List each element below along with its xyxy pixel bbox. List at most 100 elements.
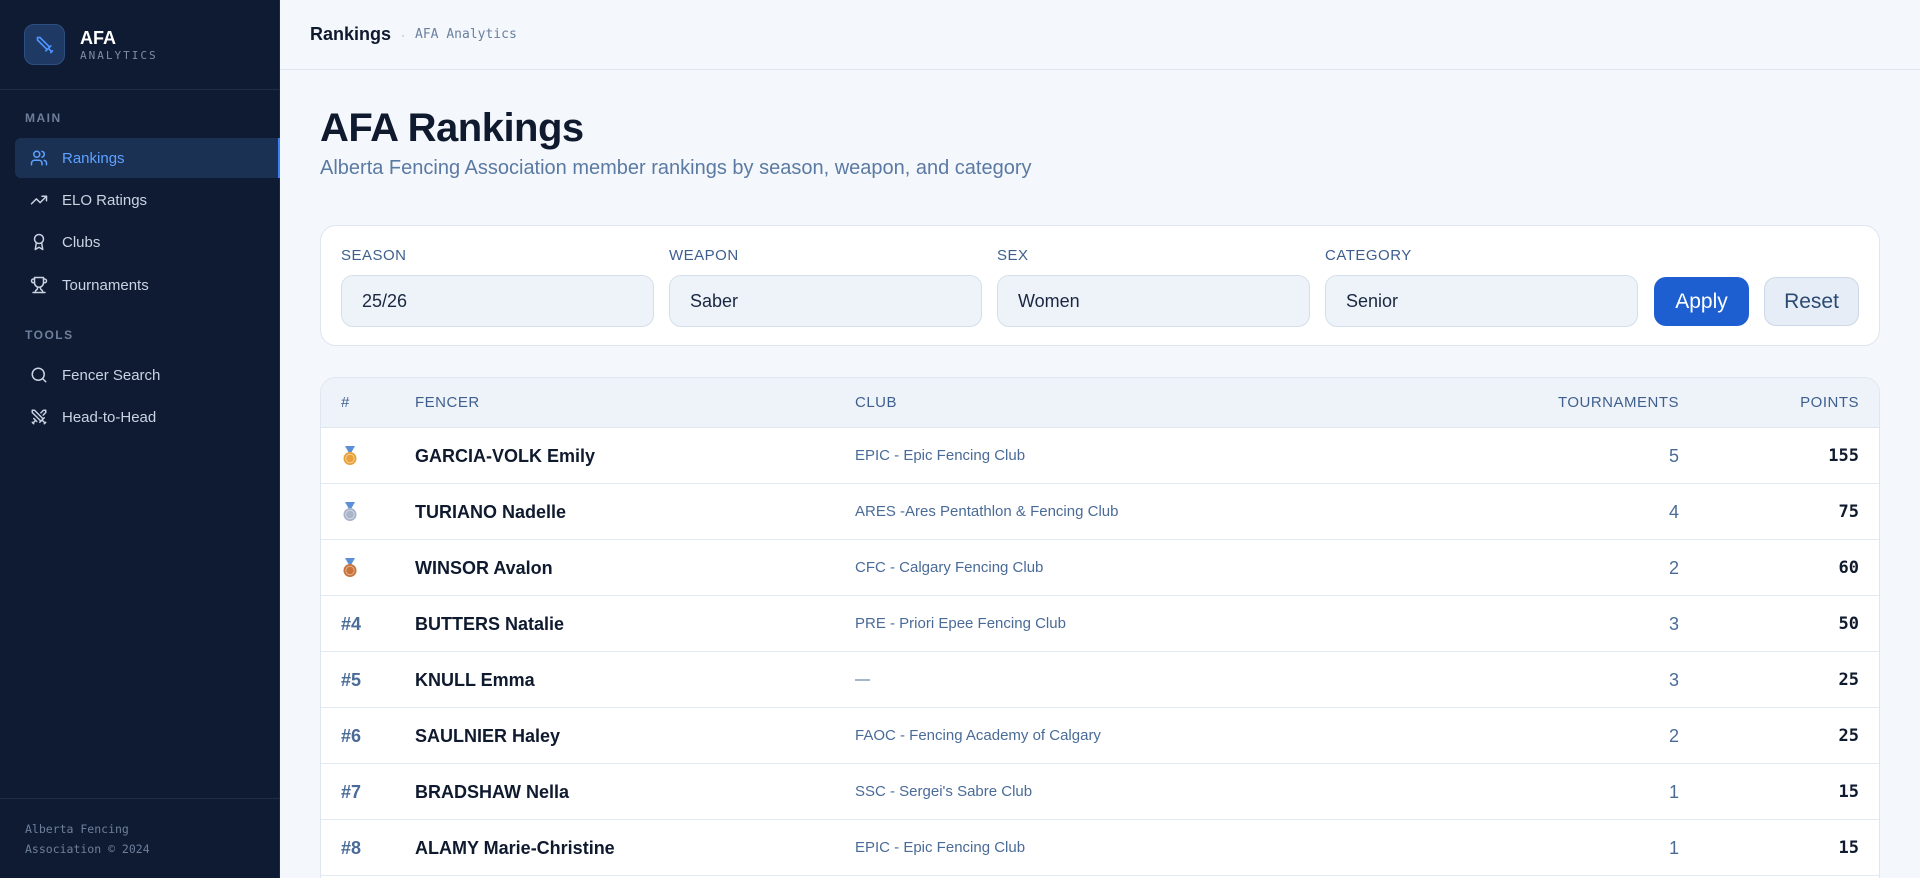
bronze-medal-icon	[341, 540, 391, 596]
footer-line: Association © 2024	[25, 842, 150, 856]
table-body: GARCIA-VOLK Emily EPIC - Epic Fencing Clu…	[321, 428, 1879, 876]
topbar-subtitle: AFA Analytics	[415, 27, 517, 42]
category-filter: CATEGORY Senior	[1325, 246, 1638, 327]
sidebar-item-head-to-head[interactable]: Head-to-Head	[15, 397, 280, 437]
fencer-name-link[interactable]: BRADSHAW Nella	[415, 764, 569, 820]
table-row[interactable]: #8 ALAMY Marie-Christine EPIC - Epic Fenci…	[321, 820, 1879, 876]
fencer-name-link[interactable]: SAULNIER Haley	[415, 708, 560, 764]
swords-icon	[30, 408, 48, 426]
points-value: 155	[1828, 446, 1859, 466]
header-points[interactable]: POINTS	[1800, 378, 1859, 428]
fencer-name-link[interactable]: ALAMY Marie-Christine	[415, 820, 615, 876]
sidebar: AFA ANALYTICS MAIN Rankings ELO Ratings …	[0, 0, 280, 878]
gold-medal-icon	[341, 428, 391, 484]
tournament-count: 4	[1668, 502, 1679, 522]
header-rank[interactable]: #	[341, 378, 350, 428]
fencer-name-link[interactable]: TURIANO Nadelle	[415, 484, 566, 540]
weapon-select[interactable]: Saber	[669, 275, 982, 327]
fencer-name-link[interactable]: BUTTERS Natalie	[415, 596, 564, 652]
points-value: 25	[1838, 670, 1859, 690]
tournament-count: 1	[1668, 838, 1679, 858]
brand-subtitle: ANALYTICS	[80, 48, 158, 62]
season-select[interactable]: 25/26	[341, 275, 654, 327]
filter-panel: SEASON 25/26 WEAPON Saber SEX Women CATE…	[320, 225, 1880, 346]
sidebar-item-rankings[interactable]: Rankings	[15, 138, 280, 178]
sidebar-item-elo-ratings[interactable]: ELO Ratings	[15, 180, 280, 220]
season-filter: SEASON 25/26	[341, 246, 654, 327]
rank-number: #7	[341, 782, 362, 802]
points-value: 25	[1838, 726, 1859, 746]
sidebar-item-label: Fencer Search	[62, 366, 161, 384]
header-tournaments[interactable]: TOURNAMENTS	[1558, 378, 1679, 428]
rank-number: #4	[341, 614, 362, 634]
fencer-name-link[interactable]: WINSOR Avalon	[415, 540, 553, 596]
nav-section-tools: TOOLS	[25, 328, 74, 342]
tournament-count: 5	[1668, 446, 1679, 466]
sword-logo-icon	[24, 24, 65, 65]
points-value: 50	[1838, 614, 1859, 634]
page-title: AFA Rankings	[320, 106, 584, 150]
trend-up-icon	[30, 191, 48, 209]
tournament-count: 2	[1668, 726, 1679, 746]
reset-button[interactable]: Reset	[1764, 277, 1859, 326]
club-name: ARES -Ares Pentathlon & Fencing Club	[855, 503, 1119, 520]
rank-number: #6	[341, 726, 362, 746]
trophy-icon	[30, 276, 48, 294]
sidebar-item-label: Clubs	[62, 233, 101, 251]
header-club[interactable]: CLUB	[855, 378, 897, 428]
search-icon	[30, 366, 48, 384]
table-row[interactable]: GARCIA-VOLK Emily EPIC - Epic Fencing Clu…	[321, 428, 1879, 484]
footer-line: Alberta Fencing	[25, 822, 129, 836]
weapon-filter: WEAPON Saber	[669, 246, 982, 327]
category-select[interactable]: Senior	[1325, 275, 1638, 327]
sex-select[interactable]: Women	[997, 275, 1310, 327]
sidebar-item-label: ELO Ratings	[62, 191, 148, 209]
tournament-count: 1	[1668, 782, 1679, 802]
points-value: 15	[1838, 782, 1859, 802]
rank-number: #8	[341, 838, 362, 858]
rank-number: #5	[341, 670, 362, 690]
fencer-name-link[interactable]: GARCIA-VOLK Emily	[415, 428, 595, 484]
sex-label: SEX	[997, 247, 1029, 264]
tournament-count: 3	[1668, 614, 1679, 634]
fencer-name-link[interactable]: KNULL Emma	[415, 652, 535, 708]
points-value: 75	[1838, 502, 1859, 522]
apply-button[interactable]: Apply	[1654, 277, 1749, 326]
sidebar-item-label: Rankings	[62, 149, 125, 167]
topbar-separator: ·	[401, 27, 406, 42]
club-name: —	[855, 671, 870, 688]
sidebar-item-label: Tournaments	[62, 276, 149, 294]
rankings-table: # FENCER CLUB TOURNAMENTS POINTS GARCIA-…	[320, 377, 1880, 878]
page-subtitle: Alberta Fencing Association member ranki…	[320, 157, 1032, 179]
table-row[interactable]: #5 KNULL Emma — 3 25	[321, 652, 1879, 708]
club-name: SSC - Sergei's Sabre Club	[855, 783, 1033, 800]
club-name: EPIC - Epic Fencing Club	[855, 447, 1026, 464]
table-row[interactable]: #4 BUTTERS Natalie PRE - Priori Epee Fenci…	[321, 596, 1879, 652]
table-row[interactable]: #6 SAULNIER Haley FAOC - Fencing Academy o…	[321, 708, 1879, 764]
sex-filter: SEX Women	[997, 246, 1310, 327]
club-name: EPIC - Epic Fencing Club	[855, 839, 1026, 856]
header-fencer[interactable]: FENCER	[415, 378, 480, 428]
table-header: # FENCER CLUB TOURNAMENTS POINTS	[321, 378, 1879, 428]
points-value: 15	[1838, 838, 1859, 858]
topbar: Rankings · AFA Analytics	[280, 0, 1920, 70]
table-row[interactable]: #7 BRADSHAW Nella SSC - Sergei's Sabre Clu…	[321, 764, 1879, 820]
silver-medal-icon	[341, 484, 391, 540]
tournament-count: 2	[1668, 558, 1679, 578]
sidebar-item-tournaments[interactable]: Tournaments	[15, 265, 280, 305]
sidebar-item-fencer-search[interactable]: Fencer Search	[15, 355, 280, 395]
club-name: FAOC - Fencing Academy of Calgary	[855, 727, 1101, 744]
club-name: PRE - Priori Epee Fencing Club	[855, 615, 1066, 632]
table-row[interactable]: TURIANO Nadelle ARES -Ares Pentathlon & F…	[321, 484, 1879, 540]
award-icon	[30, 233, 48, 251]
weapon-label: WEAPON	[669, 247, 739, 264]
topbar-title: Rankings	[310, 24, 392, 44]
club-name: CFC - Calgary Fencing Club	[855, 559, 1044, 576]
table-row[interactable]: WINSOR Avalon CFC - Calgary Fencing Club 2…	[321, 540, 1879, 596]
sidebar-item-clubs[interactable]: Clubs	[15, 222, 280, 262]
sidebar-item-label: Head-to-Head	[62, 408, 157, 426]
season-label: SEASON	[341, 247, 407, 264]
points-value: 60	[1838, 558, 1859, 578]
nav-section-main: MAIN	[25, 111, 62, 125]
sidebar-footer: Alberta Fencing Association © 2024	[0, 798, 280, 878]
